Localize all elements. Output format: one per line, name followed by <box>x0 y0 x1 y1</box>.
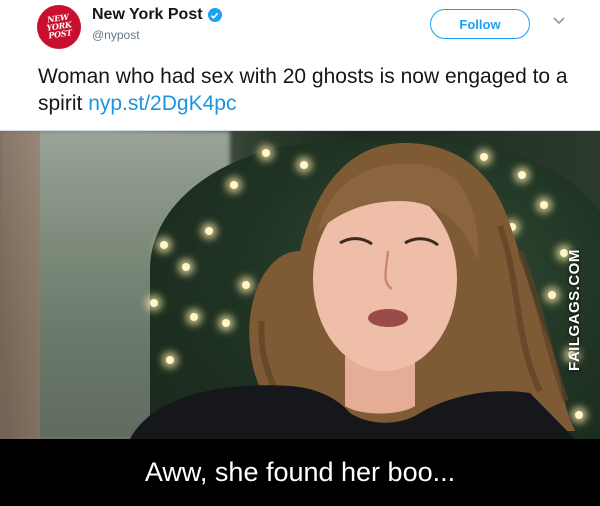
woman-portrait <box>130 143 575 439</box>
tweet-card: NEW YORK POST New York Post @nypost Foll… <box>0 0 600 131</box>
tweet-link[interactable]: nyp.st/2DgK4pc <box>88 92 236 115</box>
watermark: FAILGAGS.COM <box>566 249 583 371</box>
tweet-photo[interactable]: FAILGAGS.COM <box>0 131 600 439</box>
avatar[interactable]: NEW YORK POST <box>37 5 81 49</box>
display-name[interactable]: New York Post <box>92 6 203 24</box>
account-name-row[interactable]: New York Post <box>92 6 222 24</box>
tweet-text: Woman who had sex with 20 ghosts is now … <box>38 63 578 117</box>
mouth <box>368 309 408 327</box>
nypost-logo: NEW YORK POST <box>45 11 73 41</box>
verified-badge-icon <box>207 8 222 22</box>
follow-button[interactable]: Follow <box>430 9 530 39</box>
meme-caption: Aww, she found her boo... <box>0 439 600 506</box>
account-handle[interactable]: @nypost <box>92 28 140 42</box>
chevron-down-icon[interactable] <box>551 15 567 27</box>
